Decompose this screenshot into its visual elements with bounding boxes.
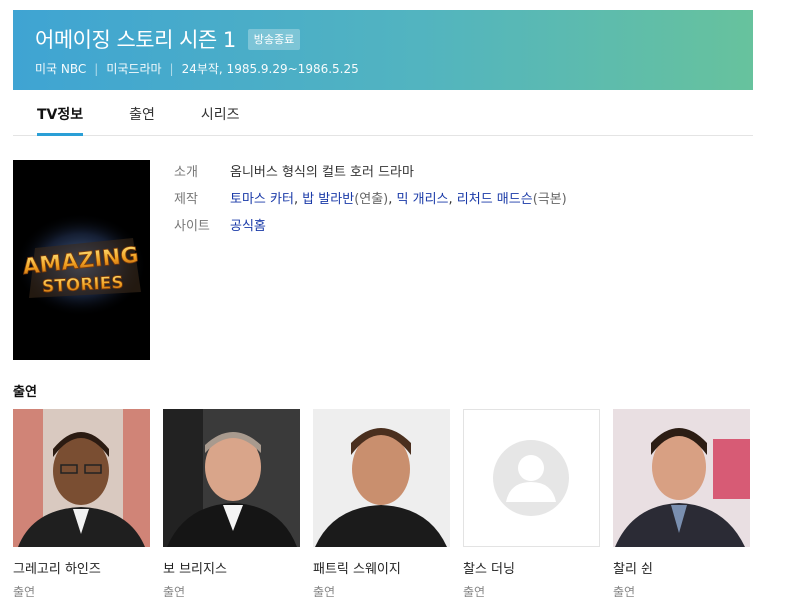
separator: , — [293, 192, 303, 207]
cast-photo[interactable] — [313, 409, 450, 547]
cast-card[interactable]: 패트릭 스웨이지 출연 — [313, 409, 450, 600]
producer-link[interactable]: 리처드 매드슨 — [457, 192, 533, 207]
cast-card[interactable]: 그레고리 하인즈 출연 — [13, 409, 150, 600]
cast-card[interactable]: 찰리 쉰 출연 — [613, 409, 750, 600]
cast-name[interactable]: 패트릭 스웨이지 — [313, 558, 450, 577]
cast-photo-art — [13, 409, 150, 547]
producer-link[interactable]: 믹 개리스 — [397, 192, 449, 207]
poster-art: AMAZING STORIES — [13, 160, 150, 360]
meta-network: 미국 NBC — [35, 62, 87, 76]
cast-role: 출연 — [313, 585, 336, 599]
cast-heading: 출연 — [13, 385, 37, 400]
cast-name[interactable]: 그레고리 하인즈 — [13, 558, 150, 577]
cast-role: 출연 — [463, 585, 486, 599]
meta-genre: 미국드라마 — [106, 62, 162, 76]
official-site-link[interactable]: 공식홈 — [230, 219, 266, 234]
info-key-intro: 소개 — [174, 165, 198, 180]
cast-role: 출연 — [163, 585, 186, 599]
person-silhouette-icon — [493, 440, 569, 516]
meta-divider: | — [94, 61, 99, 76]
producer-link[interactable]: 토마스 카터 — [230, 192, 294, 207]
cast-name[interactable]: 보 브리지스 — [163, 558, 300, 577]
tab-cast[interactable]: 출연 — [129, 90, 155, 136]
program-title: 어메이징 스토리 시즌 1 — [35, 28, 236, 52]
poster-logo-line2: STORIES — [42, 273, 125, 297]
cast-name[interactable]: 찰스 더닝 — [463, 558, 600, 577]
info-row-intro: 소개 옴니버스 형식의 컬트 호러 드라마 — [174, 157, 567, 184]
producer-link[interactable]: 밥 발라반 — [302, 192, 354, 207]
cast-role: 출연 — [13, 585, 36, 599]
meta-divider: | — [169, 61, 174, 76]
cast-photo-placeholder[interactable] — [463, 409, 600, 547]
cast-name[interactable]: 찰리 쉰 — [613, 558, 750, 577]
cast-photo-art — [313, 409, 450, 547]
role-note: (연출) — [354, 192, 389, 207]
info-key-production: 제작 — [174, 192, 198, 207]
info-key-site: 사이트 — [174, 219, 210, 234]
cast-card[interactable]: 찰스 더닝 출연 — [463, 409, 600, 600]
info-row-production: 제작 토마스 카터, 밥 발라반(연출), 믹 개리스, 리처드 매드슨(극본) — [174, 184, 567, 211]
status-badge: 방송종료 — [247, 28, 301, 50]
cast-photo-art — [613, 409, 750, 547]
cast-photo[interactable] — [13, 409, 150, 547]
cast-card[interactable]: 보 브리지스 출연 — [163, 409, 300, 600]
role-note: (극본) — [532, 192, 567, 207]
tab-series[interactable]: 시리즈 — [201, 90, 240, 136]
cast-photo[interactable] — [613, 409, 750, 547]
tab-bar: TV정보 출연 시리즈 — [13, 90, 753, 136]
cast-role: 출연 — [613, 585, 636, 599]
meta-episodes-dates: 24부작, 1985.9.29~1986.5.25 — [181, 62, 359, 76]
info-row-site: 사이트 공식홈 — [174, 211, 567, 238]
separator: , — [448, 192, 457, 207]
separator: , — [388, 192, 397, 207]
program-header: 어메이징 스토리 시즌 1 방송종료 미국 NBC | 미국드라마 | 24부작… — [13, 10, 753, 90]
info-val-production: 토마스 카터, 밥 발라반(연출), 믹 개리스, 리처드 매드슨(극본) — [230, 188, 567, 207]
cast-photo-art — [163, 409, 300, 547]
info-val-intro: 옴니버스 형식의 컬트 호러 드라마 — [230, 165, 414, 180]
tab-tv-info[interactable]: TV정보 — [37, 90, 84, 136]
cast-list: 그레고리 하인즈 출연 보 브리지스 출연 패트릭 스웨이지 출연 찰스 더닝 … — [13, 409, 773, 600]
info-list: 소개 옴니버스 형식의 컬트 호러 드라마 제작 토마스 카터, 밥 발라반(연… — [174, 157, 567, 238]
program-meta: 미국 NBC | 미국드라마 | 24부작, 1985.9.29~1986.5.… — [35, 60, 359, 77]
poster-image[interactable]: AMAZING STORIES — [13, 160, 150, 360]
cast-photo[interactable] — [163, 409, 300, 547]
